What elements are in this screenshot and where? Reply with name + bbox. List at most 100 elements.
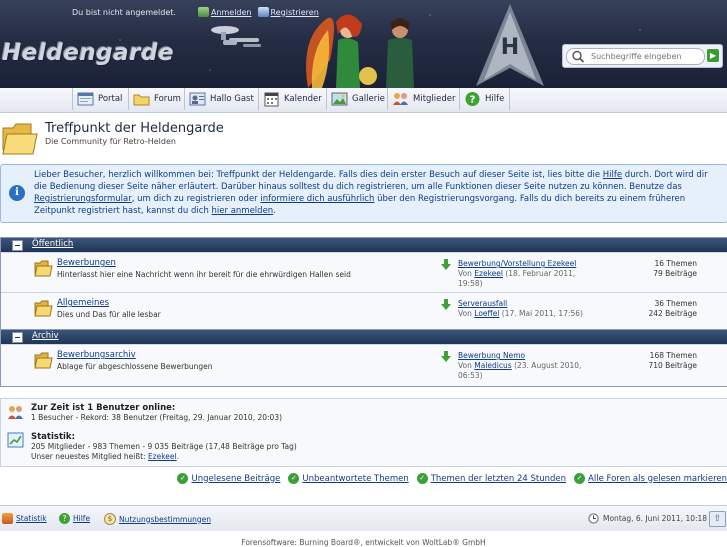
board-threads-count: 36 Themen: [654, 299, 697, 308]
tab-hallo-gast[interactable]: Hallo Gast: [184, 88, 259, 110]
tab-portal[interactable]: Portal: [72, 88, 127, 110]
board-row: Bewerbungen Hinterlasst hier eine Nachri…: [1, 252, 727, 292]
quick-link-label[interactable]: Themen der letzten 24 Stunden: [431, 474, 566, 484]
collapse-toggle-icon[interactable]: [12, 332, 23, 343]
search-submit-button[interactable]: ▶: [707, 49, 719, 62]
heldengarde-emblem: H: [476, 4, 544, 86]
check-icon: ✓: [416, 473, 428, 484]
go-to-last-post-icon[interactable]: [441, 299, 451, 310]
board-link[interactable]: Bewerbungen: [57, 258, 116, 268]
terms-icon: $: [104, 513, 116, 525]
newest-member-line: Unser neuestes Mitglied heißt: Ezekeel.: [31, 452, 297, 462]
quick-link-label[interactable]: Unbeantwortete Themen: [302, 474, 408, 484]
quick-link-unread[interactable]: ✓ Ungelesene Beiträge: [177, 473, 280, 484]
quick-links: ✓ Ungelesene Beiträge ✓ Unbeantwortete The…: [169, 473, 727, 484]
category-oeffentlich: Öffentlich Bewerbungen Hinterlasst hier …: [0, 237, 727, 333]
statistics-heading: Statistik:: [31, 432, 75, 442]
footer-datetime: Montag, 6. Juni 2011, 10:18: [588, 513, 707, 524]
board-link[interactable]: Bewerbungsarchiv: [57, 350, 136, 360]
quick-link-last-24h[interactable]: ✓ Themen der letzten 24 Stunden: [416, 473, 566, 484]
page-subtitle: Die Community für Retro-Helden: [45, 137, 176, 146]
search-icon: [572, 50, 585, 63]
forum-folder-icon: [2, 123, 38, 155]
info-icon: i: [9, 185, 25, 201]
help-icon: ?: [59, 513, 70, 524]
members-icon: [393, 93, 408, 105]
welcome-text-part: , um dich zu registrieren oder: [131, 194, 261, 204]
hero-characters-image: [306, 14, 414, 88]
statistics-icon: [2, 513, 13, 524]
category-title[interactable]: Öffentlich: [32, 239, 73, 249]
welcome-text-part: .: [273, 206, 276, 216]
starship-icon: [211, 26, 261, 47]
category-title[interactable]: Archiv: [32, 331, 59, 341]
footer-statistik-link[interactable]: Statistik: [16, 514, 47, 523]
footer-nutzung[interactable]: $ Nutzungsbestimmungen: [104, 513, 211, 525]
last-post-user-link[interactable]: Maledicus: [474, 361, 511, 370]
statistics-detail: 205 Mitglieder - 983 Themen - 9 035 Beit…: [31, 442, 297, 451]
board-row: Bewerbungsarchiv Ablage für abgeschlosse…: [1, 344, 727, 386]
collapse-toggle-icon[interactable]: [12, 240, 23, 251]
check-icon: ✓: [574, 473, 586, 484]
go-to-last-post-icon[interactable]: [441, 259, 451, 270]
site-header: Du bist nicht angemeldet. Anmelden Regis…: [0, 0, 727, 88]
last-post-meta: Von Loeffel (17. Mai 2011, 17:56): [458, 309, 586, 319]
help-icon: ?: [465, 92, 480, 106]
help-link[interactable]: Hilfe: [603, 170, 622, 180]
footer-nutzung-link[interactable]: Nutzungsbestimmungen: [119, 515, 211, 524]
welcome-text-part: Lieber Besucher, herzlich willkommen bei…: [34, 170, 603, 180]
newest-member-link[interactable]: Ezekeel: [148, 452, 177, 461]
scroll-to-top-button[interactable]: ⇧: [709, 511, 726, 527]
quick-link-label[interactable]: Alle Foren als gelesen markieren: [588, 474, 727, 484]
registration-info-link[interactable]: informiere dich ausführlich: [260, 194, 374, 204]
footer-hilfe-link[interactable]: Hilfe: [73, 514, 90, 523]
last-post-user-link[interactable]: Ezekeel: [474, 269, 503, 278]
login-link[interactable]: Anmelden: [211, 8, 252, 17]
category-header: Öffentlich: [1, 238, 727, 252]
online-heading: Zur Zeit ist 1 Benutzer online:: [31, 403, 176, 413]
user-card-icon: [189, 92, 206, 106]
page-title: Treffpunkt der Heldengarde: [45, 121, 224, 136]
last-post-user-link[interactable]: Loeffel: [474, 309, 499, 318]
board-link[interactable]: Allgemeines: [57, 298, 109, 308]
folder-icon: [133, 94, 150, 106]
search-input[interactable]: [591, 49, 701, 64]
quick-link-label[interactable]: Ungelesene Beiträge: [191, 474, 280, 484]
login-key-icon: [197, 7, 209, 17]
last-post-link[interactable]: Bewerbung Nemo: [458, 351, 525, 360]
newest-member-label: Unser neuestes Mitglied heißt:: [31, 452, 148, 461]
footer-hilfe[interactable]: ? Hilfe: [59, 513, 90, 524]
online-detail: 1 Besucher - Rekord: 38 Benutzer (Freita…: [31, 413, 283, 422]
tab-kalender[interactable]: Kalender: [258, 88, 327, 110]
last-post-date: (17. Mai 2011, 17:56): [499, 309, 583, 318]
board-posts-count: 242 Beiträge: [648, 309, 697, 318]
footer-statistik[interactable]: Statistik: [2, 513, 47, 524]
last-post-link[interactable]: Serverausfall: [458, 299, 507, 308]
login-status-text: Du bist nicht angemeldet.: [72, 7, 176, 17]
tab-label: Mitglieder: [413, 94, 456, 104]
site-logo[interactable]: Heldengarde: [2, 40, 174, 66]
users-online-icon: [8, 406, 23, 419]
board-description: Hinterlasst hier eine Nachricht wenn ihr…: [57, 270, 351, 279]
statistics-chart-icon: [7, 432, 24, 448]
welcome-info-box: i Lieber Besucher, herzlich willkommen b…: [0, 164, 727, 223]
tab-forum[interactable]: Forum: [128, 88, 186, 110]
tab-mitglieder[interactable]: Mitglieder: [387, 88, 461, 110]
login-bar: Du bist nicht angemeldet. Anmelden Regis…: [72, 7, 319, 17]
last-post-link[interactable]: Bewerbung/Vorstellung Ezekeel: [458, 259, 576, 268]
quick-link-mark-read[interactable]: ✓ Alle Foren als gelesen markieren: [574, 473, 727, 484]
tab-label: Kalender: [284, 94, 322, 104]
quick-link-unanswered[interactable]: ✓ Unbeantwortete Themen: [288, 473, 409, 484]
search-box: ▶: [562, 44, 723, 68]
svg-text:?: ?: [470, 95, 476, 106]
board-posts-count: 79 Beiträge: [653, 269, 697, 278]
gallery-icon: [331, 92, 348, 106]
main-navigation: Portal Forum Hallo Gast Kalender Galleri…: [0, 88, 727, 113]
tab-gallerie[interactable]: Gallerie: [326, 88, 390, 110]
login-here-link[interactable]: hier anmelden: [212, 206, 274, 216]
board-description: Ablage für abgeschlossene Bewerbungen: [57, 362, 213, 371]
last-post-meta: Von Ezekeel (18. Februar 2011, 19:58): [458, 269, 586, 289]
registration-form-link[interactable]: Registrierungsformular: [34, 194, 132, 204]
tab-hilfe[interactable]: ? Hilfe: [459, 88, 511, 110]
go-to-last-post-icon[interactable]: [441, 351, 451, 362]
